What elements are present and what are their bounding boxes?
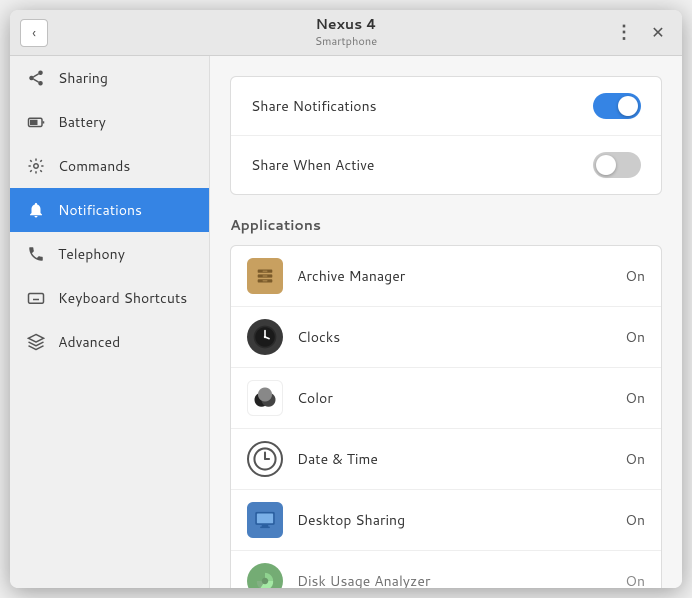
share-notifications-row: Share Notifications [231, 77, 661, 136]
table-row: Disk Usage Analyzer On [231, 551, 661, 588]
window-subtitle: Smartphone [315, 33, 377, 49]
table-row: Desktop Sharing On [231, 490, 661, 551]
back-icon: ‹ [32, 23, 36, 43]
keyboard-icon [26, 288, 46, 308]
sidebar-label-notifications: Notifications [58, 200, 142, 220]
disk-usage-icon [247, 563, 283, 588]
sidebar-item-keyboard-shortcuts[interactable]: Keyboard Shortcuts [10, 276, 209, 320]
archive-manager-status: On [625, 266, 645, 286]
commands-icon [26, 156, 46, 176]
sidebar: Sharing Battery Commands [10, 56, 210, 588]
sidebar-item-sharing[interactable]: Sharing [10, 56, 209, 100]
sidebar-item-advanced[interactable]: Advanced [10, 320, 209, 364]
date-time-icon [247, 441, 283, 477]
share-notifications-label: Share Notifications [251, 96, 593, 116]
clocks-icon [247, 319, 283, 355]
table-row: Clocks On [231, 307, 661, 368]
sidebar-item-telephony[interactable]: Telephony [10, 232, 209, 276]
share-when-active-toggle[interactable] [593, 152, 641, 178]
window-title: Nexus 4 [315, 16, 377, 33]
desktop-sharing-icon [247, 502, 283, 538]
titlebar-center: Nexus 4 Smartphone [315, 16, 377, 49]
applications-card: Archive Manager On Clocks [230, 245, 662, 588]
sidebar-label-keyboard-shortcuts: Keyboard Shortcuts [58, 288, 187, 308]
date-time-status: On [625, 449, 645, 469]
content-area: Share Notifications Share When Active [210, 56, 682, 588]
titlebar: ‹ Nexus 4 Smartphone ⋮ ✕ [10, 10, 682, 56]
sharing-icon [26, 68, 46, 88]
disk-usage-status: On [625, 571, 645, 588]
clocks-name: Clocks [297, 327, 611, 347]
toggle-thumb-off [596, 155, 616, 175]
telephony-icon [26, 244, 46, 264]
main-content: Sharing Battery Commands [10, 56, 682, 588]
sidebar-item-notifications[interactable]: Notifications [10, 188, 209, 232]
titlebar-actions: ⋮ ✕ [610, 19, 672, 47]
sidebar-label-advanced: Advanced [58, 332, 120, 352]
close-button[interactable]: ✕ [644, 19, 672, 47]
toggle-thumb [618, 96, 638, 116]
notifications-icon [26, 200, 46, 220]
sidebar-label-commands: Commands [58, 156, 130, 176]
archive-manager-name: Archive Manager [297, 266, 611, 286]
clocks-status: On [625, 327, 645, 347]
color-status: On [625, 388, 645, 408]
advanced-icon [26, 332, 46, 352]
table-row: Color On [231, 368, 661, 429]
table-row: Archive Manager On [231, 246, 661, 307]
share-when-active-label: Share When Active [251, 155, 593, 175]
desktop-sharing-status: On [625, 510, 645, 530]
menu-button[interactable]: ⋮ [610, 19, 638, 47]
share-when-active-row: Share When Active [231, 136, 661, 194]
sidebar-label-battery: Battery [58, 112, 106, 132]
back-button[interactable]: ‹ [20, 19, 48, 47]
sidebar-label-sharing: Sharing [58, 68, 108, 88]
battery-icon [26, 112, 46, 132]
desktop-sharing-name: Desktop Sharing [297, 510, 611, 530]
applications-section-title: Applications [230, 215, 662, 235]
sidebar-label-telephony: Telephony [58, 244, 125, 264]
sidebar-item-battery[interactable]: Battery [10, 100, 209, 144]
color-name: Color [297, 388, 611, 408]
color-icon [247, 380, 283, 416]
sidebar-item-commands[interactable]: Commands [10, 144, 209, 188]
main-window: ‹ Nexus 4 Smartphone ⋮ ✕ Shari [10, 10, 682, 588]
toggles-card: Share Notifications Share When Active [230, 76, 662, 195]
share-notifications-toggle[interactable] [593, 93, 641, 119]
toggle-track-off [593, 152, 641, 178]
disk-usage-name: Disk Usage Analyzer [297, 571, 611, 588]
date-time-name: Date & Time [297, 449, 611, 469]
archive-manager-icon [247, 258, 283, 294]
table-row: Date & Time On [231, 429, 661, 490]
toggle-track-on [593, 93, 641, 119]
